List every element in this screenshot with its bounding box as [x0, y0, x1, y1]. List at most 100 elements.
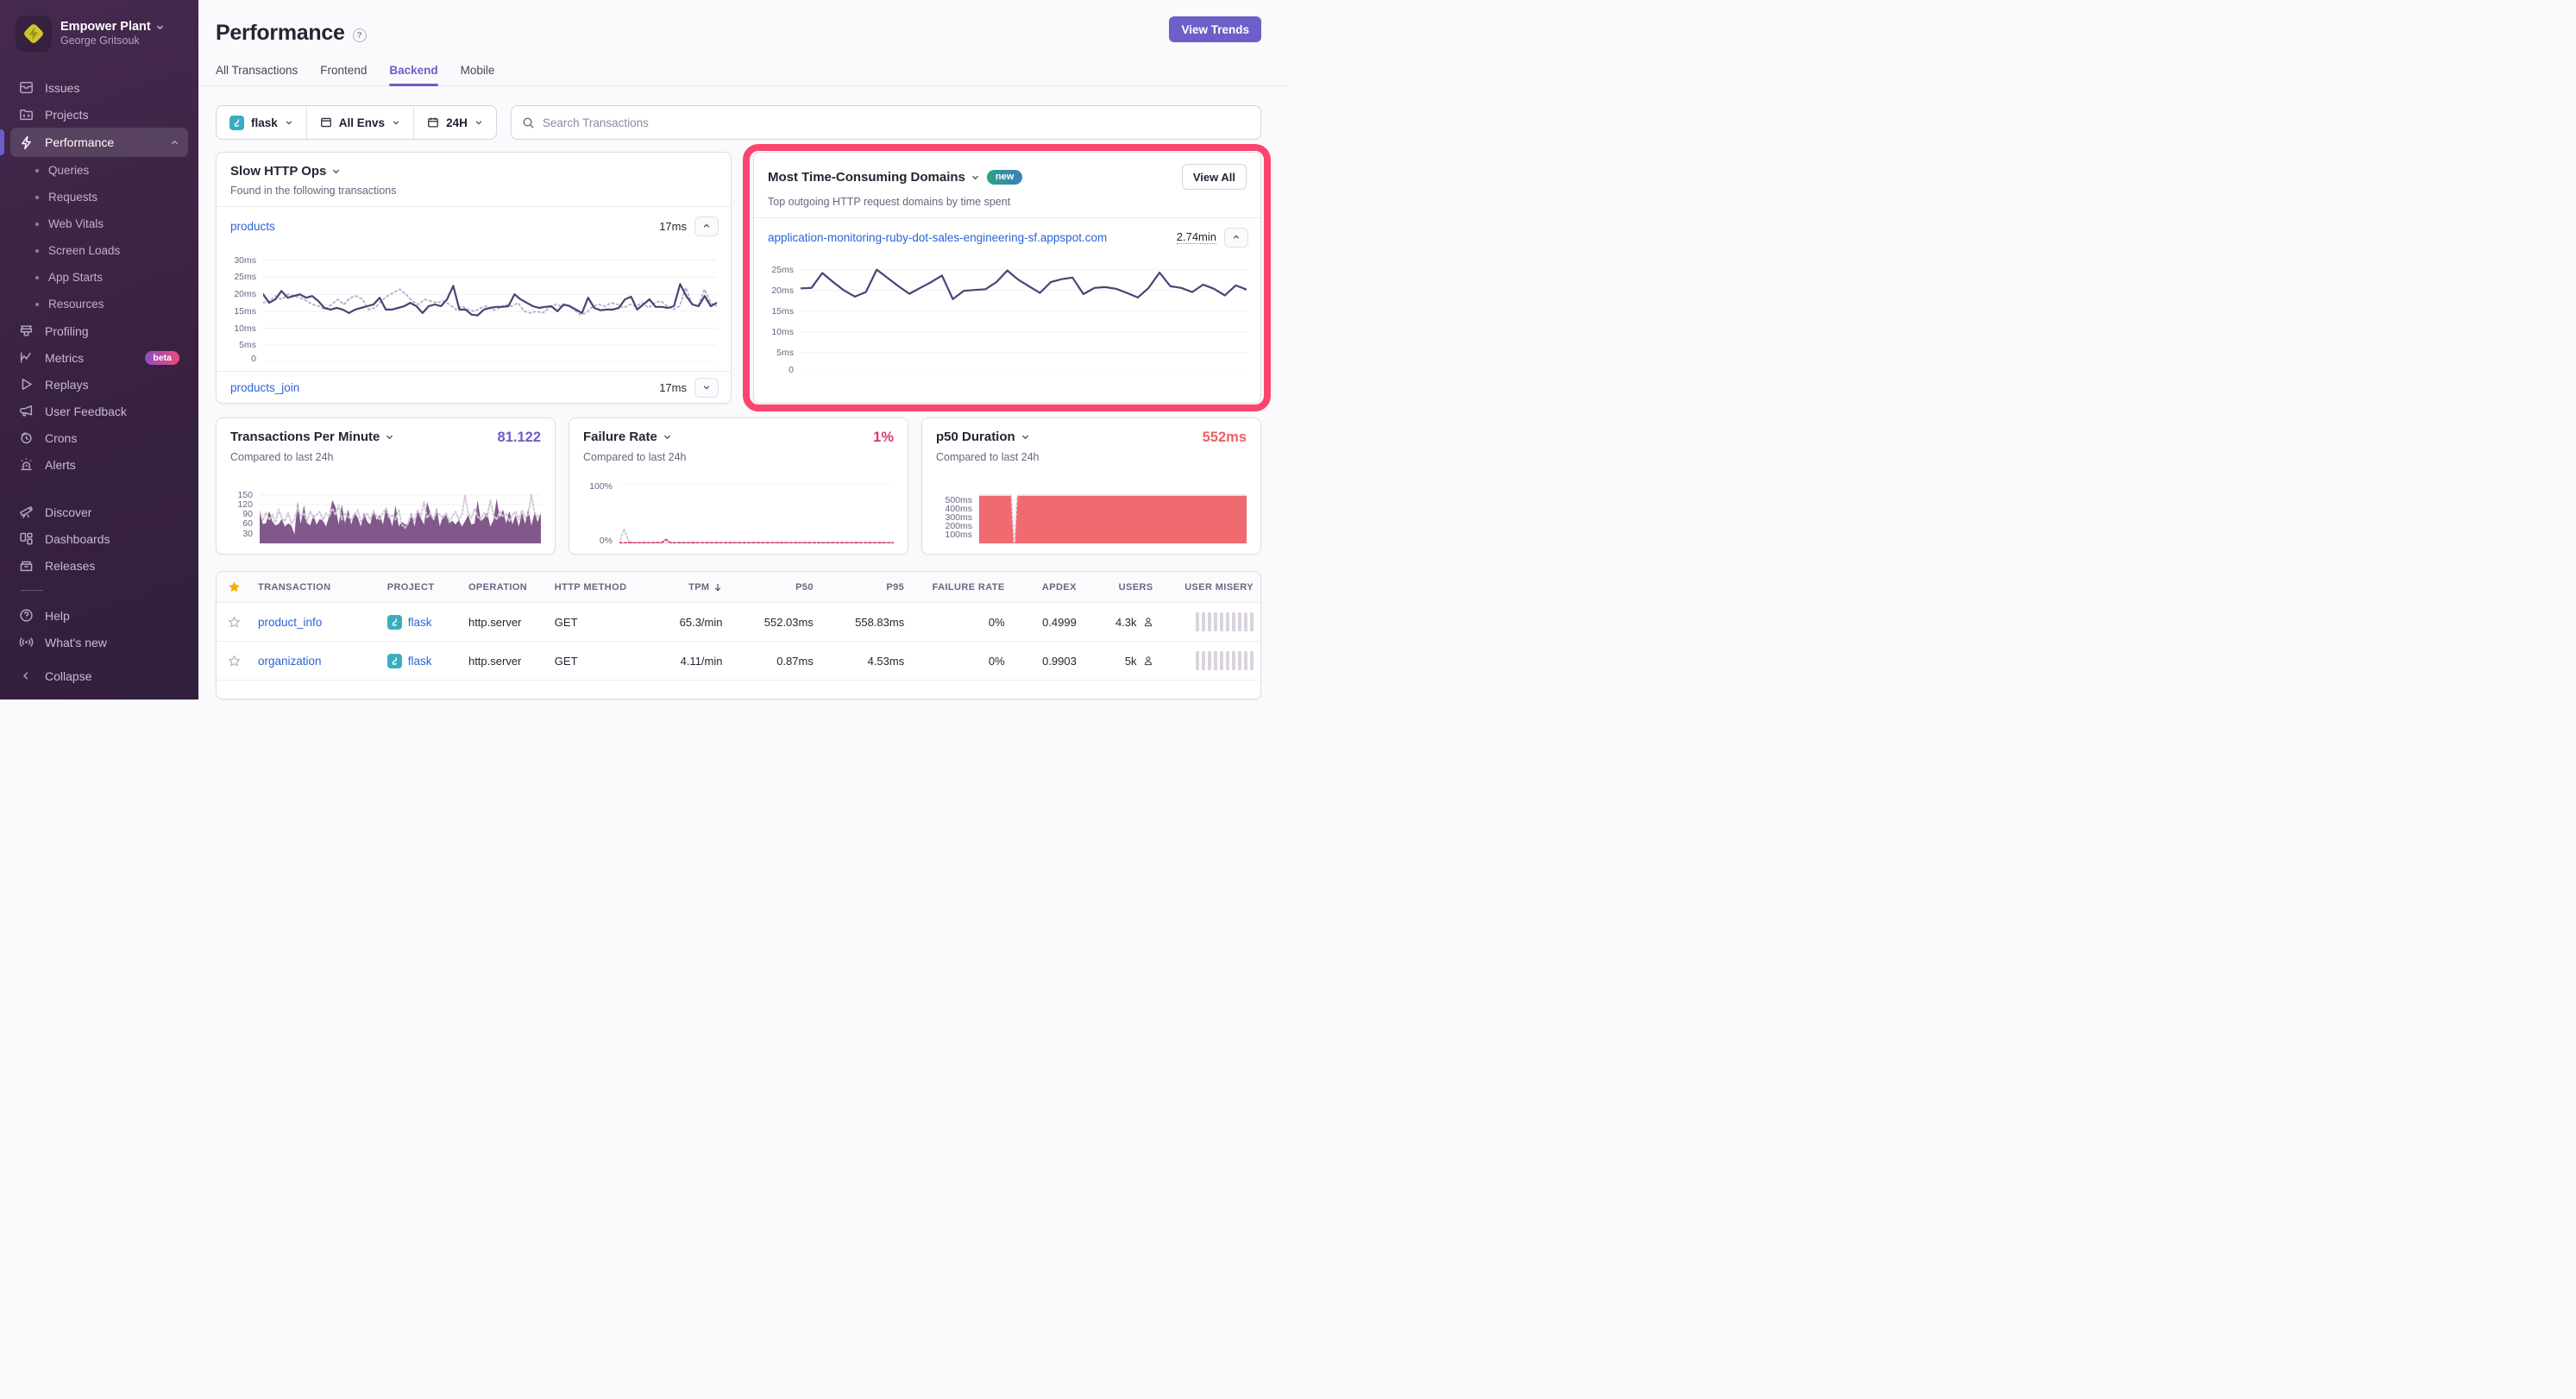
- sidebar-item-requests[interactable]: Requests: [10, 184, 188, 210]
- sidebar-item-projects[interactable]: Projects: [10, 101, 188, 128]
- star-toggle[interactable]: [217, 616, 251, 629]
- collapse-row-button[interactable]: [1224, 228, 1248, 248]
- sidebar-item-discover[interactable]: Discover: [10, 499, 188, 525]
- transaction-row-products: products 17ms: [217, 206, 731, 245]
- products-link[interactable]: products: [230, 220, 275, 233]
- clock-icon: [19, 430, 34, 445]
- sidebar-item-alerts[interactable]: Alerts: [10, 451, 188, 478]
- nav-group-gap: [10, 478, 188, 499]
- sidebar-item-label: Discover: [45, 505, 91, 519]
- products-join-link[interactable]: products_join: [230, 381, 299, 394]
- slow-http-chart-block: 30ms 25ms 20ms 15ms 10ms 5ms 0: [217, 245, 731, 366]
- star-toggle[interactable]: [217, 655, 251, 668]
- star-column-header[interactable]: [217, 580, 251, 593]
- chevron-down-icon: [385, 432, 394, 442]
- sidebar-item-dashboards[interactable]: Dashboards: [10, 525, 188, 552]
- releases-icon: [19, 558, 34, 573]
- cell-http-method: GET: [548, 616, 644, 629]
- sidebar-item-web-vitals[interactable]: Web Vitals: [10, 210, 188, 237]
- cell-operation: http.server: [462, 655, 548, 668]
- domains-chart: [801, 261, 1247, 373]
- bullet-icon: [35, 196, 39, 199]
- chevron-down-icon: [1021, 432, 1030, 442]
- view-all-button[interactable]: View All: [1182, 164, 1247, 190]
- transaction-link[interactable]: product_info: [258, 616, 322, 629]
- y-axis-labels: 500ms 400ms 300ms 200ms 100ms: [936, 490, 972, 543]
- header-operation[interactable]: OPERATION: [462, 582, 548, 593]
- sidebar-item-replays[interactable]: Replays: [10, 371, 188, 398]
- sidebar-item-label: Metrics: [45, 351, 84, 365]
- chevron-down-icon: [155, 22, 165, 32]
- sidebar-item-metrics[interactable]: Metrics beta: [10, 344, 188, 371]
- header-http-method[interactable]: HTTP METHOD: [548, 582, 644, 593]
- transaction-link[interactable]: organization: [258, 655, 322, 668]
- org-switcher[interactable]: Empower Plant George Gritsouk: [10, 12, 188, 52]
- date-range-dropdown[interactable]: 24H: [413, 106, 496, 139]
- header-apdex[interactable]: APDEX: [1012, 582, 1084, 593]
- tab-mobile[interactable]: Mobile: [461, 64, 495, 85]
- projects-icon: [19, 107, 34, 122]
- slow-http-ops-card: Slow HTTP Ops Found in the following tra…: [216, 152, 732, 404]
- users-count: 5k: [1125, 655, 1137, 668]
- sidebar-item-queries[interactable]: Queries: [10, 157, 188, 184]
- header-users[interactable]: USERS: [1084, 582, 1160, 593]
- collapse-row-button[interactable]: [694, 216, 719, 236]
- tpm-widget-title[interactable]: Transactions Per Minute: [230, 430, 394, 444]
- header-project[interactable]: PROJECT: [380, 582, 462, 593]
- time-spent-value: 2.74min: [1177, 230, 1216, 244]
- org-text: Empower Plant George Gritsouk: [60, 19, 165, 48]
- sidebar-collapse-button[interactable]: Collapse: [10, 662, 188, 689]
- sidebar-item-whats-new[interactable]: What's new: [10, 629, 188, 656]
- sidebar-item-app-starts[interactable]: App Starts: [10, 264, 188, 291]
- sidebar-item-label: Web Vitals: [48, 217, 104, 230]
- sidebar-item-resources[interactable]: Resources: [10, 291, 188, 317]
- expand-row-button[interactable]: [694, 378, 719, 398]
- domain-link[interactable]: application-monitoring-ruby-dot-sales-en…: [768, 231, 1107, 244]
- sidebar-item-releases[interactable]: Releases: [10, 552, 188, 579]
- broadcast-icon: [19, 635, 34, 649]
- project-link[interactable]: flask: [408, 616, 432, 629]
- search-input[interactable]: [543, 116, 1250, 129]
- flask-project-icon: [229, 116, 244, 130]
- sidebar-item-screen-loads[interactable]: Screen Loads: [10, 237, 188, 264]
- header-tpm-sorted[interactable]: TPM: [644, 582, 730, 593]
- failure-rate-chart: [619, 483, 894, 543]
- environment-filter-dropdown[interactable]: All Envs: [306, 106, 413, 139]
- sidebar-item-performance[interactable]: Performance: [10, 128, 188, 157]
- sidebar-item-label: Dashboards: [45, 532, 110, 546]
- project-link[interactable]: flask: [408, 655, 432, 668]
- chevron-down-icon: [285, 118, 293, 127]
- sidebar-item-profiling[interactable]: Profiling: [10, 317, 188, 344]
- project-filter-dropdown[interactable]: flask: [217, 106, 306, 139]
- tab-frontend[interactable]: Frontend: [320, 64, 367, 85]
- p50-widget-title[interactable]: p50 Duration: [936, 430, 1030, 444]
- sidebar-item-issues[interactable]: Issues: [10, 74, 188, 101]
- sidebar-item-label: Collapse: [45, 669, 91, 683]
- header-p50[interactable]: P50: [730, 582, 820, 593]
- header-failure-rate[interactable]: FAILURE RATE: [911, 582, 1011, 593]
- tab-all-transactions[interactable]: All Transactions: [216, 64, 298, 85]
- main-area: Performance ? View Trends All Transactio…: [198, 0, 1288, 700]
- header-transaction[interactable]: TRANSACTION: [251, 582, 380, 593]
- slow-http-ops-title[interactable]: Slow HTTP Ops: [230, 164, 341, 179]
- failure-rate-widget-title[interactable]: Failure Rate: [583, 430, 672, 444]
- view-trends-button[interactable]: View Trends: [1169, 16, 1261, 42]
- p50-chart-block: 500ms 400ms 300ms 200ms 100ms: [936, 490, 1247, 543]
- domains-card-title[interactable]: Most Time-Consuming Domains: [768, 170, 980, 185]
- tab-backend[interactable]: Backend: [389, 64, 437, 85]
- header-p95[interactable]: P95: [820, 582, 911, 593]
- header-label: TPM: [688, 582, 709, 593]
- sidebar-item-user-feedback[interactable]: User Feedback: [10, 398, 188, 424]
- widget-subtitle: Compared to last 24h: [936, 451, 1247, 463]
- transactions-table: TRANSACTION PROJECT OPERATION HTTP METHO…: [216, 571, 1261, 700]
- page-help-icon[interactable]: ?: [353, 28, 367, 42]
- sidebar-item-help[interactable]: Help: [10, 602, 188, 629]
- sidebar-item-label: Performance: [45, 135, 114, 149]
- star-outline-icon: [228, 616, 241, 629]
- empower-plant-logo-icon: [19, 19, 48, 48]
- widget-subtitle: Compared to last 24h: [583, 451, 894, 463]
- p50-duration-widget: p50 Duration 552ms Compared to last 24h …: [921, 417, 1261, 555]
- bullet-icon: [35, 169, 39, 173]
- sidebar-item-crons[interactable]: Crons: [10, 424, 188, 451]
- header-user-misery[interactable]: USER MISERY: [1160, 582, 1260, 593]
